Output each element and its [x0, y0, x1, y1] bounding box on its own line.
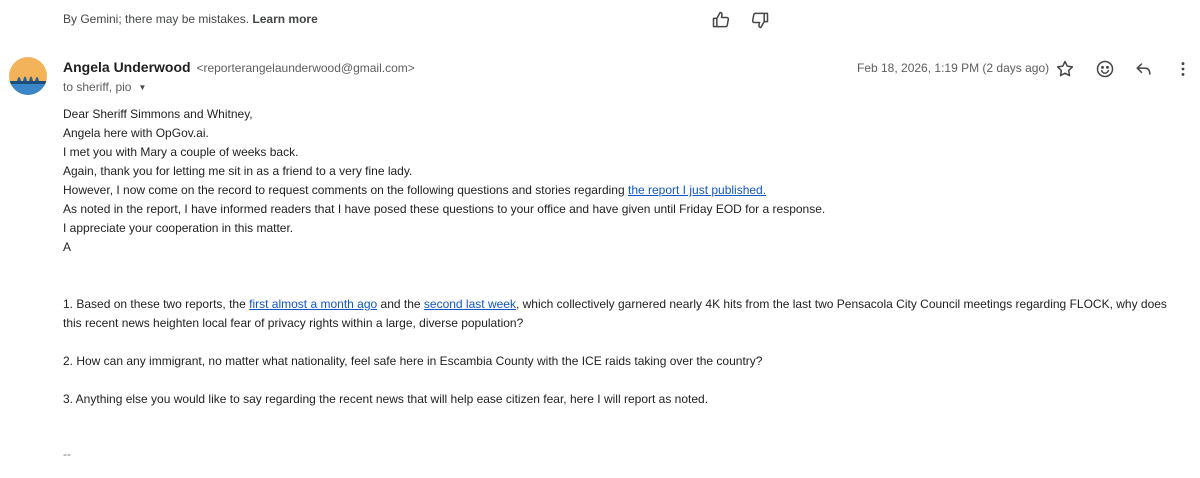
- reply-button[interactable]: [1133, 58, 1155, 80]
- body-line: Angela here with OpGov.ai.: [63, 126, 209, 140]
- disclaimer-text: By Gemini; there may be mistakes.: [63, 12, 250, 26]
- body-line: A: [63, 240, 72, 254]
- body-line: I appreciate your cooperation in this ma…: [63, 221, 294, 235]
- more-vert-icon: [1181, 62, 1185, 76]
- avatar-image: [9, 57, 47, 95]
- question-1: 1. Based on these two reports, the first…: [63, 295, 1188, 333]
- recipients-toggle[interactable]: to sheriff, pio ▼: [63, 80, 146, 94]
- body-text: However, I now come on the record to req…: [63, 183, 628, 197]
- body-text: and the: [377, 297, 424, 311]
- body-line: However, I now come on the record to req…: [63, 181, 1188, 200]
- emoji-icon: [1096, 60, 1114, 78]
- emoji-reaction-button[interactable]: [1094, 58, 1116, 80]
- thumbs-down-icon: [751, 12, 769, 29]
- more-options-button[interactable]: [1172, 58, 1194, 80]
- first-report-link[interactable]: first almost a month ago: [249, 297, 377, 311]
- thumbs-up-icon: [712, 11, 730, 28]
- thumbs-down-button[interactable]: [749, 9, 771, 31]
- star-icon: [1056, 60, 1074, 77]
- reply-icon: [1136, 63, 1151, 75]
- thumbs-up-button[interactable]: [710, 9, 732, 31]
- report-link[interactable]: the report I just published.: [628, 183, 766, 197]
- gemini-disclaimer: By Gemini; there may be mistakes. Learn …: [63, 12, 318, 26]
- learn-more-link[interactable]: Learn more: [252, 12, 317, 26]
- body-line: As noted in the report, I have informed …: [63, 202, 826, 216]
- sender-line: Angela Underwood <reporterangelaunderwoo…: [63, 59, 415, 75]
- body-line: I met you with Mary a couple of weeks ba…: [63, 145, 299, 159]
- body-line: Again, thank you for letting me sit in a…: [63, 164, 413, 178]
- message-body: Dear Sheriff Simmons and Whitney, Angela…: [63, 105, 1188, 409]
- chevron-down-icon: ▼: [138, 82, 147, 92]
- message-date: Feb 18, 2026, 1:19 PM (2 days ago): [857, 61, 1050, 75]
- body-text: 1. Based on these two reports, the: [63, 297, 250, 311]
- question-2: 2. How can any immigrant, no matter what…: [63, 354, 763, 368]
- sender-name[interactable]: Angela Underwood: [63, 59, 191, 75]
- signature-separator: --: [63, 447, 71, 461]
- sender-email: <reporterangelaunderwood@gmail.com>: [196, 61, 415, 75]
- recipients-text: to sheriff, pio: [63, 80, 132, 94]
- sender-avatar[interactable]: [9, 57, 47, 95]
- second-report-link[interactable]: second last week: [424, 297, 516, 311]
- body-line: Dear Sheriff Simmons and Whitney,: [63, 107, 253, 121]
- question-3: 3. Anything else you would like to say r…: [63, 392, 709, 406]
- star-button[interactable]: [1054, 58, 1076, 80]
